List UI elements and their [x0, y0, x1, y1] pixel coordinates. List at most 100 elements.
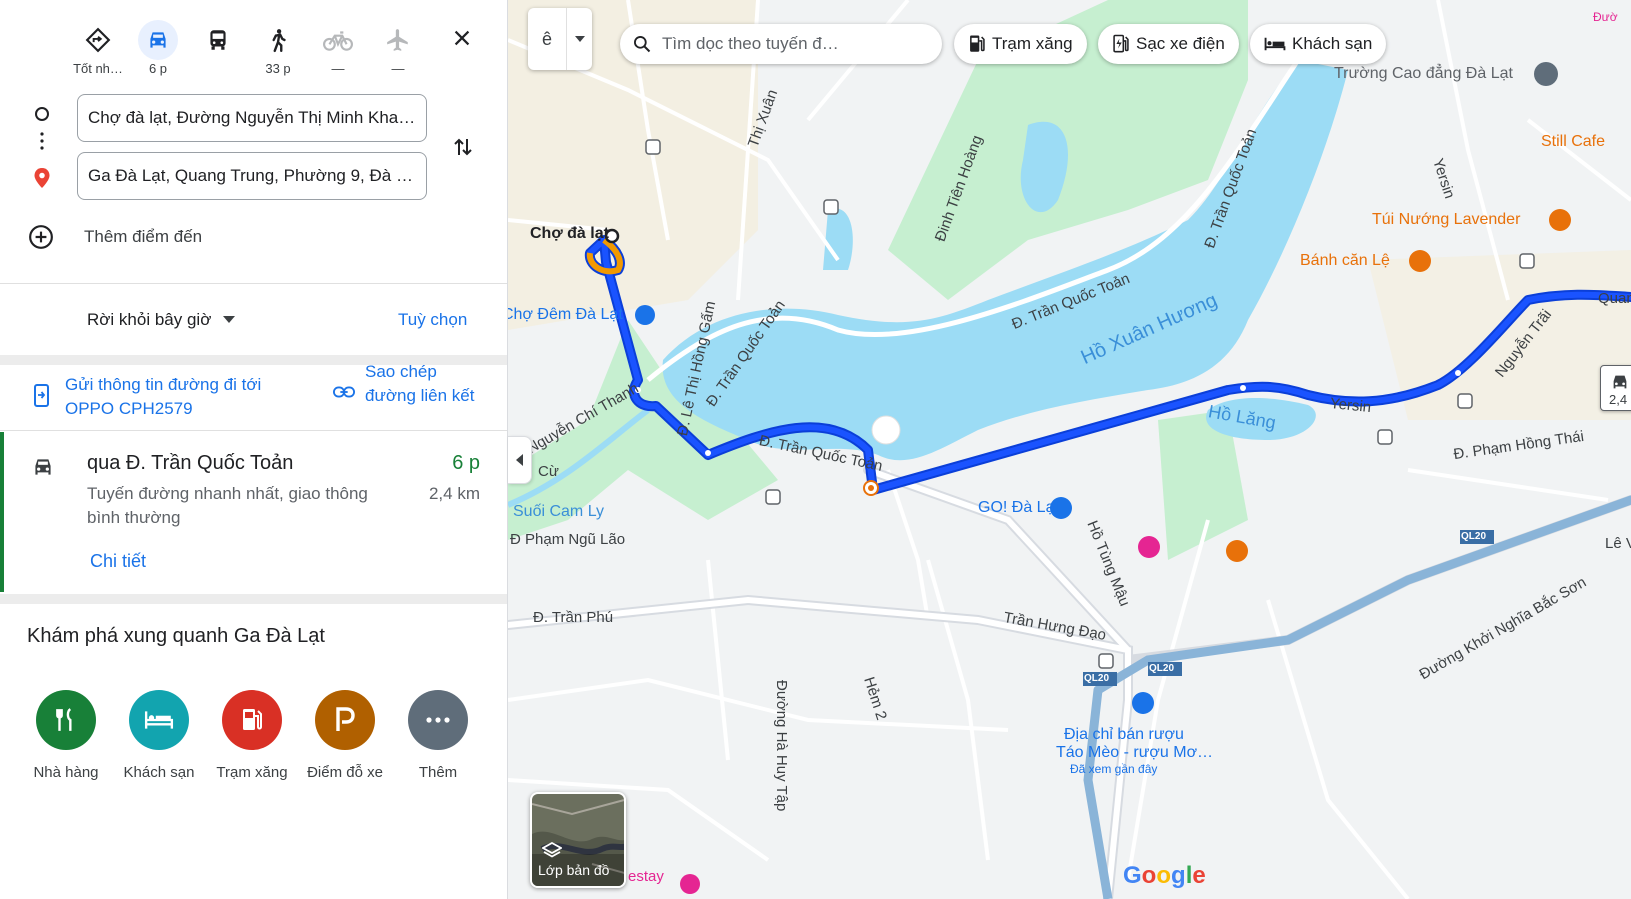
chevron-left-icon — [515, 454, 523, 466]
chip-gas-station[interactable]: Trạm xăng — [954, 24, 1087, 64]
plane-icon — [378, 20, 418, 60]
mode-bike[interactable]: — — [308, 20, 368, 76]
mode-best[interactable]: Tốt nh… — [68, 20, 128, 76]
explore-gas-button[interactable]: Trạm xăng — [206, 690, 298, 781]
destination-pin-icon — [34, 168, 50, 188]
mode-flight[interactable]: — — [368, 20, 428, 76]
copy-link-label: Sao chép đường liên kết — [365, 362, 475, 405]
car-icon — [1613, 375, 1627, 389]
explore-more-button[interactable]: Thêm — [392, 690, 484, 781]
send-to-device-button[interactable]: Gửi thông tin đường đi tới OPPO CPH2579 — [33, 373, 285, 421]
route-options-link[interactable]: Tuỳ chọn — [398, 310, 467, 330]
mode-bike-label: — — [331, 61, 345, 76]
depart-label: Rời khỏi bây giờ — [87, 310, 212, 329]
gas-station-icon — [970, 35, 985, 52]
route-details-link[interactable]: Chi tiết — [90, 551, 146, 572]
road-label: Đườ — [1593, 10, 1618, 24]
restaurant-marker — [1226, 540, 1248, 562]
walk-icon — [258, 20, 298, 60]
destination-value: Ga Đà Lạt, Quang Trung, Phường 9, Đà Lạt — [88, 166, 416, 185]
travel-mode-bar: Tốt nh… 6 p 33 p — — — [0, 0, 507, 88]
dropdown-arrow-icon — [223, 316, 236, 323]
cafe-label[interactable]: Still Cafe — [1541, 133, 1605, 151]
go-dalat-label[interactable]: GO! Đà Lạt — [978, 499, 1059, 517]
explore-parking-button[interactable]: Điểm đỗ xe — [299, 690, 391, 781]
route-duration-callout[interactable]: 6 p 2,4 km — [1600, 365, 1631, 411]
close-icon — [454, 30, 470, 46]
dropdown-arrow-icon — [574, 36, 585, 42]
waypoints: Chợ đà lạt, Đường Nguyễn Thị Minh Khai, … — [0, 88, 507, 283]
road-label: Đường Hà Huy Tập — [773, 680, 790, 812]
road-label: Cừ — [538, 463, 559, 480]
gas-station-icon — [222, 690, 282, 750]
route-description: Tuyến đường nhanh nhất, giao thông bình … — [87, 484, 368, 527]
explore-more-label: Thêm — [418, 764, 458, 781]
poi-label[interactable]: estay — [628, 868, 664, 885]
road-label: Đ. Trần Phú — [533, 609, 614, 626]
school-label[interactable]: Trường Cao đẳng Đà Lạt — [1334, 65, 1513, 83]
divider — [0, 283, 507, 284]
highway-label: QL20 — [1084, 673, 1110, 684]
explore-restaurants-button[interactable]: Nhà hàng — [20, 690, 112, 781]
explore-gas-label: Trạm xăng — [216, 764, 288, 781]
shop-label-2[interactable]: Táo Mèo - rượu Mơ… — [1056, 744, 1213, 762]
send-to-phone-icon — [34, 384, 49, 407]
restaurant-label[interactable]: Bánh căn Lệ — [1300, 252, 1390, 270]
add-circle-icon — [29, 225, 53, 249]
mode-car-label: 6 p — [148, 61, 168, 76]
more-icon — [408, 690, 468, 750]
highway-label: QL20 — [1461, 531, 1487, 542]
restaurant-label[interactable]: Túi Nướng Lavender — [1372, 211, 1520, 229]
link-icon — [333, 386, 355, 398]
origin-input[interactable]: Chợ đà lạt, Đường Nguyễn Thị Minh Khai, … — [77, 94, 427, 142]
route-duration: 6 p — [452, 452, 480, 474]
car-icon — [138, 20, 178, 60]
highway-label: QL20 — [1149, 663, 1175, 674]
chip-hotel[interactable]: Khách sạn — [1250, 24, 1387, 64]
close-directions-button[interactable] — [446, 22, 478, 54]
car-icon — [35, 459, 51, 475]
section-band — [0, 594, 507, 604]
collapse-panel-button[interactable] — [508, 436, 532, 484]
search-placeholder: Tìm dọc theo tuyến đ… — [662, 34, 839, 53]
map-layers-button[interactable]: Lớp bản đồ — [530, 792, 626, 888]
route-distance: 2,4 km — [428, 484, 480, 503]
explore-hotels-label: Khách sạn — [123, 764, 195, 781]
send-to-device-label: Gửi thông tin đường đi tới OPPO CPH2579 — [65, 375, 262, 418]
explore-parking-label: Điểm đỗ xe — [307, 764, 383, 781]
mode-walk[interactable]: 33 p — [248, 20, 308, 76]
mode-walk-label: 33 p — [265, 61, 291, 76]
map-canvas[interactable]: Chợ đà lạt Chợ Đêm Đà Lạt Hồ Xuân Hương … — [508, 0, 1631, 899]
shop-label-1[interactable]: Địa chỉ bán rượu — [1064, 726, 1184, 744]
mode-car[interactable]: 6 p — [128, 20, 188, 76]
school-marker — [1534, 62, 1558, 86]
input-tools-dropdown[interactable] — [566, 8, 592, 70]
search-along-route-input[interactable]: Tìm dọc theo tuyến đ… — [620, 24, 942, 64]
stream-label: Suối Cam Ly — [513, 503, 604, 520]
swap-waypoints-button[interactable] — [448, 132, 478, 162]
mode-flight-label: — — [391, 61, 405, 76]
add-destination-button[interactable]: Thêm điểm đến — [28, 224, 202, 250]
mode-best-label: Tốt nh… — [73, 61, 123, 76]
copy-link-button[interactable]: Sao chép đường liên kết — [333, 360, 485, 422]
callout-distance: 2,4 km — [1609, 392, 1631, 407]
route-option-card[interactable]: qua Đ. Trần Quốc Toản Tuyến đường nhanh … — [0, 432, 507, 592]
swap-icon — [454, 138, 472, 156]
cho-dem-label[interactable]: Chợ Đêm Đà Lạt — [508, 306, 623, 324]
road-label: Đ Phạm Ngũ Lão — [510, 531, 626, 548]
recently-viewed: Đã xem gần đây — [1070, 762, 1158, 776]
mode-transit[interactable] — [188, 20, 248, 61]
destination-input[interactable]: Ga Đà Lạt, Quang Trung, Phường 9, Đà Lạt — [77, 152, 427, 200]
origin-value: Chợ đà lạt, Đường Nguyễn Thị Minh Khai, … — [88, 108, 416, 127]
bike-icon — [318, 20, 358, 60]
chip-hotel-label: Khách sạn — [1292, 34, 1373, 53]
chip-gas-label: Trạm xăng — [992, 34, 1073, 53]
best-route-icon — [78, 20, 118, 60]
hotel-icon — [129, 690, 189, 750]
chip-ev-label: Sạc xe điện — [1136, 34, 1225, 53]
add-destination-label: Thêm điểm đến — [84, 227, 203, 246]
input-tools-button[interactable]: ê — [528, 8, 592, 70]
depart-time-dropdown[interactable]: Rời khỏi bây giờ — [87, 310, 236, 330]
chip-ev-charging[interactable]: Sạc xe điện — [1098, 24, 1239, 64]
explore-hotels-button[interactable]: Khách sạn — [113, 690, 205, 781]
